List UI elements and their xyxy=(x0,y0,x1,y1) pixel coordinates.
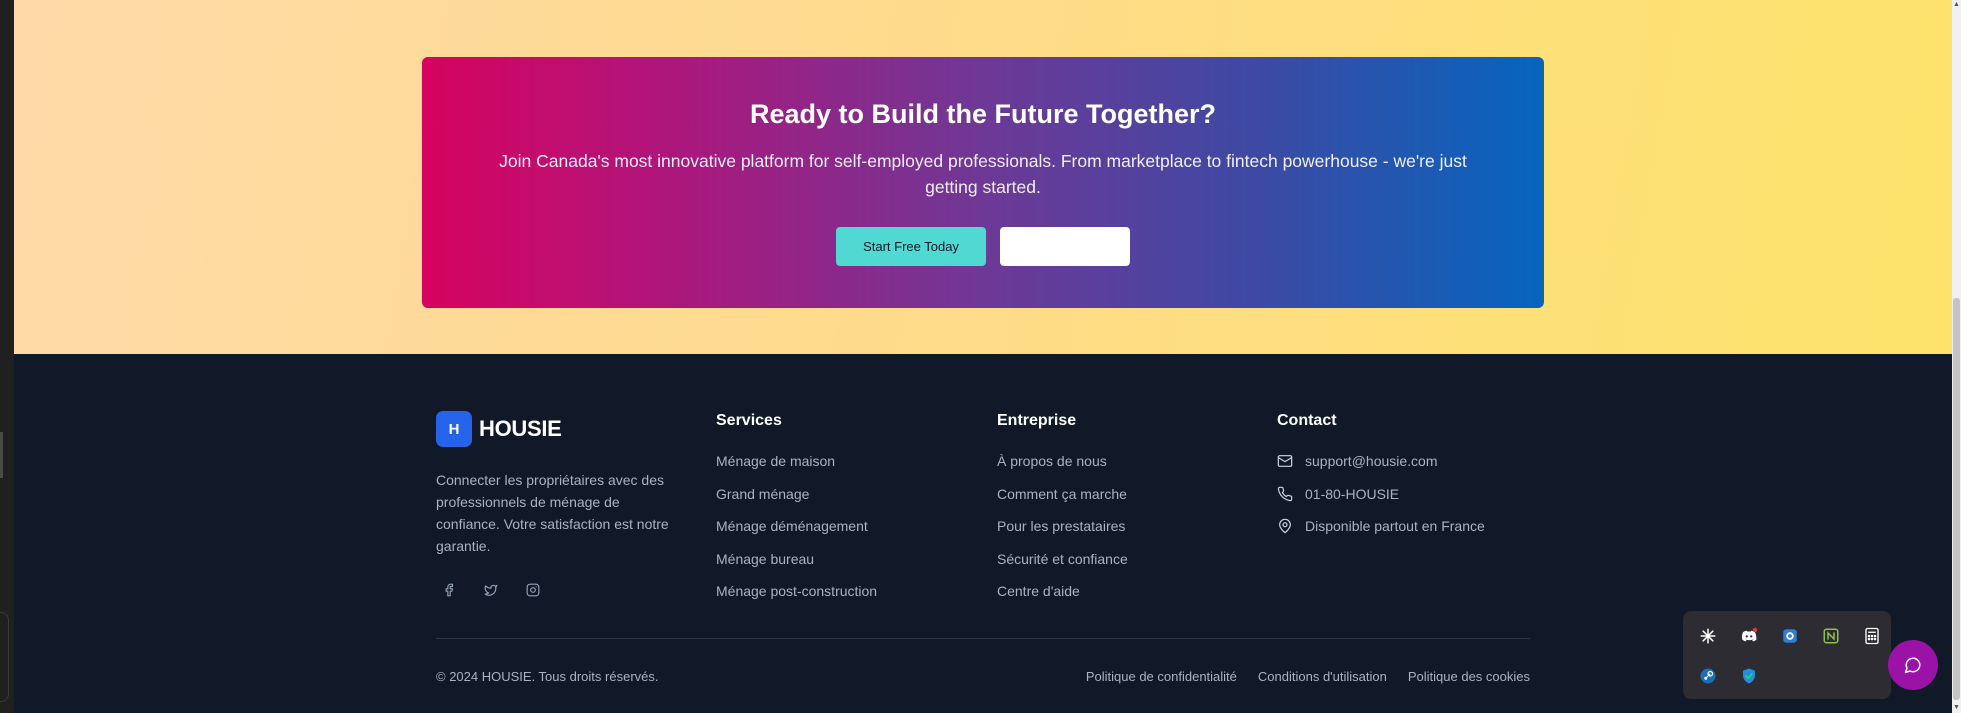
page-scrollbar[interactable]: ▲ ▼ xyxy=(1952,0,1961,713)
cta-card: Ready to Build the Future Together? Join… xyxy=(422,57,1544,308)
secondary-cta-button[interactable] xyxy=(1000,227,1130,266)
contact-email-text: support@housie.com xyxy=(1305,453,1438,469)
start-free-button[interactable]: Start Free Today xyxy=(836,227,986,266)
contact-location-text: Disponible partout en France xyxy=(1305,518,1485,534)
steam-icon[interactable] xyxy=(1699,667,1717,685)
footer-services-column: Services Ménage de maison Grand ménage M… xyxy=(716,412,877,615)
scroll-down-icon[interactable]: ▼ xyxy=(1952,703,1961,713)
logo-mark: H xyxy=(436,411,472,447)
footer-brand[interactable]: H HOUSIE xyxy=(436,411,562,447)
legal-links: Politique de confidentialité Conditions … xyxy=(1086,669,1530,684)
contact-phone-text: 01-80-HOUSIE xyxy=(1305,485,1400,502)
contact-heading: Contact xyxy=(1277,412,1337,429)
entreprise-link[interactable]: Sécurité et confiance xyxy=(997,550,1128,583)
services-link[interactable]: Grand ménage xyxy=(716,485,877,518)
services-link[interactable]: Ménage bureau xyxy=(716,550,877,583)
contact-email[interactable]: support@housie.com xyxy=(1277,452,1485,485)
chat-icon xyxy=(1904,657,1921,674)
footer: H HOUSIE Connecter les propriétaires ave… xyxy=(14,354,1952,713)
services-link[interactable]: Ménage déménagement xyxy=(716,517,877,550)
app-shield-icon[interactable] xyxy=(1781,627,1799,645)
logo-text: HOUSIE xyxy=(479,416,562,441)
contact-phone[interactable]: 01-80-HOUSIE xyxy=(1277,485,1485,518)
privacy-policy-link[interactable]: Politique de confidentialité xyxy=(1086,669,1237,684)
edge-tab xyxy=(0,432,3,478)
git-icon[interactable] xyxy=(1822,627,1840,645)
footer-entreprise-column: Entreprise À propos de nous Comment ça m… xyxy=(997,412,1128,615)
entreprise-heading: Entreprise xyxy=(997,412,1077,429)
page: Ready to Build the Future Together? Join… xyxy=(14,0,1952,713)
cta-section: Ready to Build the Future Together? Join… xyxy=(14,0,1952,354)
cta-description: Join Canada's most innovative platform f… xyxy=(499,151,1467,197)
social-links xyxy=(442,583,540,597)
terms-link[interactable]: Conditions d'utilisation xyxy=(1258,669,1387,684)
footer-contact-column: Contact support@housie.com 01-80-HOUSIE … xyxy=(1277,412,1485,550)
copyright: © 2024 HOUSIE. Tous droits réservés. xyxy=(436,669,659,684)
cookie-policy-link[interactable]: Politique des cookies xyxy=(1408,669,1530,684)
services-heading: Services xyxy=(716,412,782,429)
mail-icon xyxy=(1277,455,1293,467)
map-pin-icon xyxy=(1279,518,1291,534)
edge-panel xyxy=(0,612,9,702)
system-tray-overflow xyxy=(1683,611,1891,699)
services-link[interactable]: Ménage post-construction xyxy=(716,582,877,615)
contact-location: Disponible partout en France xyxy=(1277,517,1485,550)
footer-about: Connecter les propriétaires avec des pro… xyxy=(436,472,669,554)
entreprise-link[interactable]: Comment ça marche xyxy=(997,485,1128,518)
scrollbar-thumb[interactable] xyxy=(1953,298,1960,700)
phone-icon xyxy=(1277,486,1293,501)
chat-button[interactable] xyxy=(1888,640,1938,690)
scroll-up-icon[interactable]: ▲ xyxy=(1952,0,1961,10)
services-link[interactable]: Ménage de maison xyxy=(716,452,877,485)
calculator-icon[interactable] xyxy=(1863,627,1881,645)
claude-icon[interactable] xyxy=(1699,627,1717,645)
entreprise-link[interactable]: Centre d'aide xyxy=(997,582,1128,615)
footer-divider xyxy=(436,638,1530,639)
discord-icon[interactable] xyxy=(1740,627,1758,645)
security-shield-icon[interactable] xyxy=(1740,667,1758,685)
entreprise-link[interactable]: Pour les prestataires xyxy=(997,517,1128,550)
instagram-icon[interactable] xyxy=(526,583,540,597)
cta-title: Ready to Build the Future Together? xyxy=(749,99,1216,129)
facebook-icon[interactable] xyxy=(442,583,456,597)
twitter-icon[interactable] xyxy=(484,583,498,597)
left-window-edge xyxy=(0,0,14,713)
entreprise-link[interactable]: À propos de nous xyxy=(997,452,1128,485)
